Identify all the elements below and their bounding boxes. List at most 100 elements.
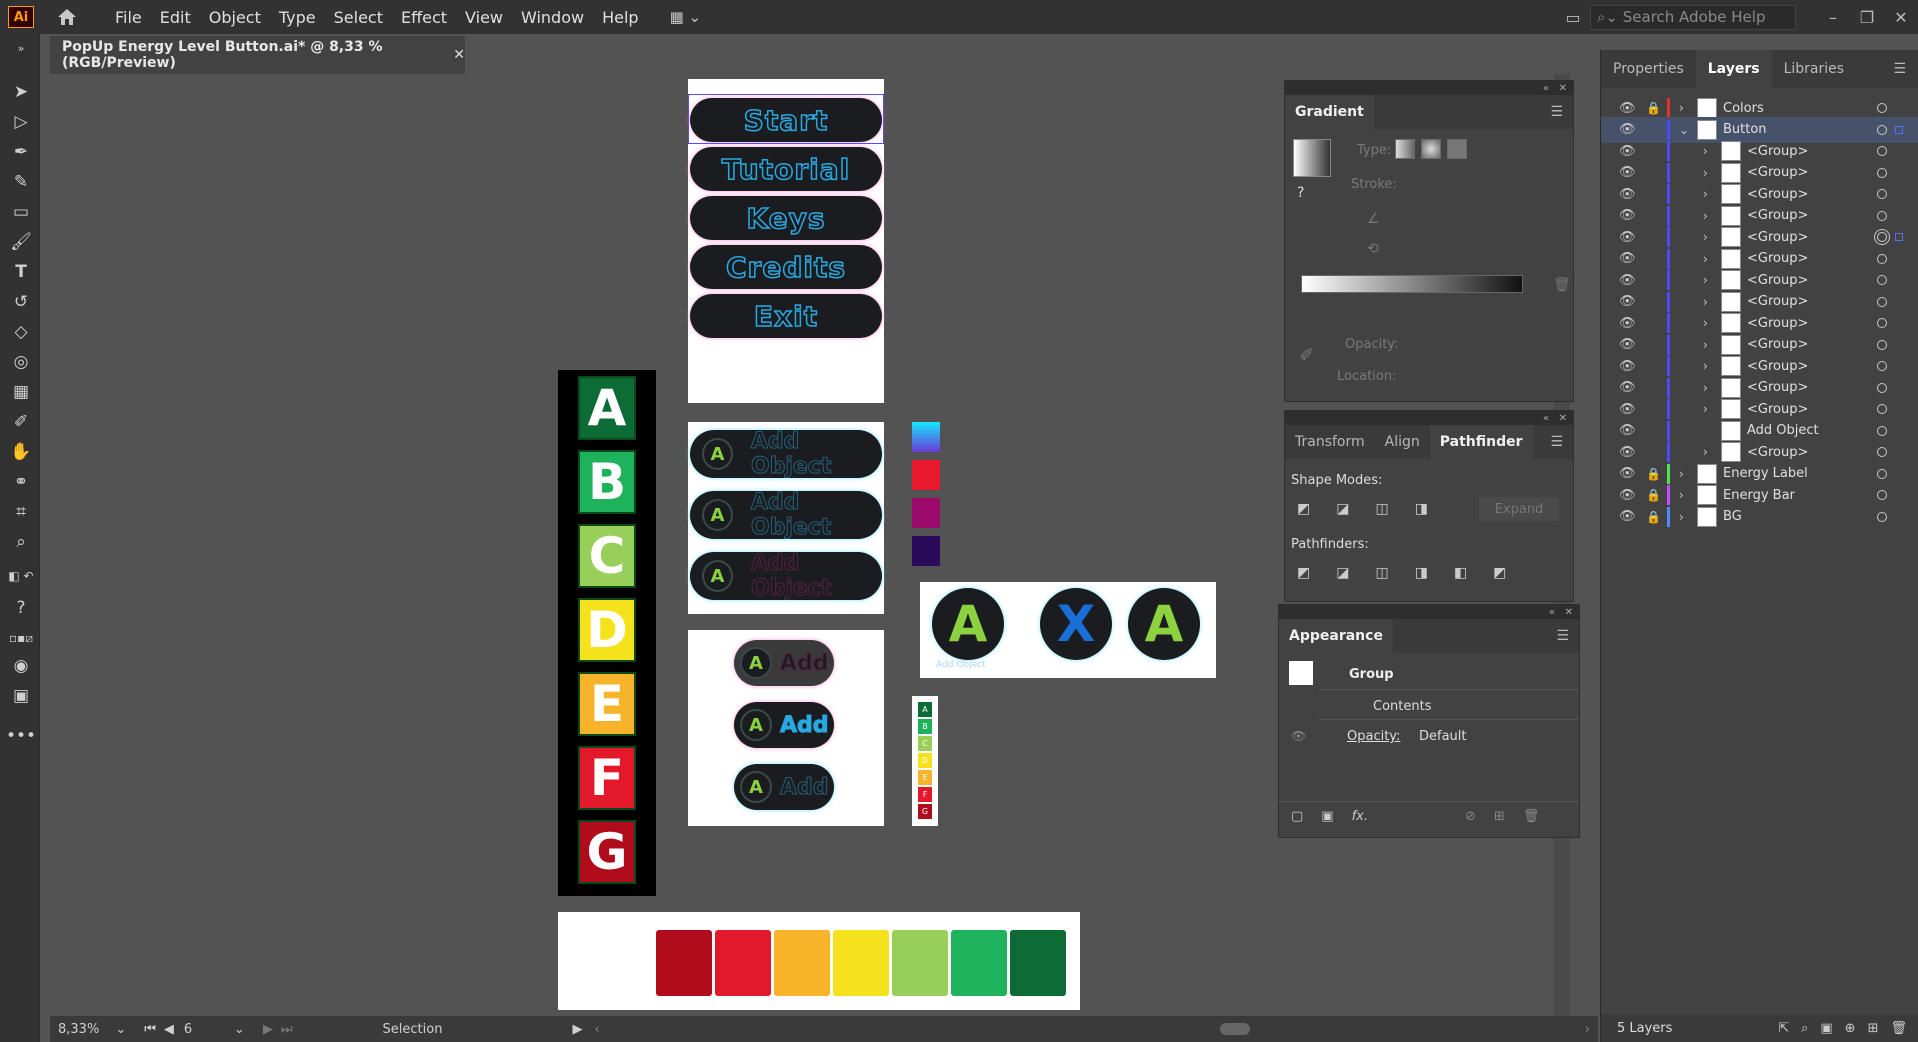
- target-circle-icon[interactable]: [1877, 382, 1887, 393]
- target-circle-icon[interactable]: [1877, 339, 1887, 350]
- delete-layer-icon[interactable]: 🗑: [1890, 1021, 1907, 1036]
- menu-help[interactable]: Help: [593, 8, 647, 27]
- contents-label[interactable]: Contents: [1373, 699, 1431, 714]
- eraser-tool-icon[interactable]: ◇: [8, 320, 34, 344]
- visibility-eye-icon[interactable]: 👁: [1619, 316, 1636, 331]
- direct-selection-tool-icon[interactable]: ▷: [8, 110, 34, 134]
- expand-arrow-icon[interactable]: ›: [1703, 316, 1708, 330]
- minimize-button[interactable]: –: [1816, 8, 1850, 27]
- panel-menu-icon[interactable]: ☰: [1550, 434, 1563, 450]
- menu-type[interactable]: Type: [270, 8, 325, 27]
- layer-name[interactable]: <Group>: [1747, 359, 1808, 374]
- restore-button[interactable]: ❐: [1850, 8, 1884, 27]
- last-artboard-icon[interactable]: ⏭: [281, 1022, 293, 1037]
- target-circle-icon[interactable]: [1877, 103, 1887, 113]
- radial-gradient-icon[interactable]: [1421, 139, 1441, 159]
- tab-align[interactable]: Align: [1375, 425, 1430, 459]
- expand-arrow-icon[interactable]: ›: [1703, 381, 1708, 395]
- tab-transform[interactable]: Transform: [1285, 425, 1375, 459]
- status-menu-icon[interactable]: ▶: [572, 1022, 582, 1037]
- visibility-eye-icon[interactable]: 👁: [1619, 273, 1636, 288]
- visibility-eye-icon[interactable]: 👁: [1619, 380, 1636, 395]
- trim-icon[interactable]: ◪: [1336, 565, 1349, 581]
- workspace-switcher-icon[interactable]: ▦ ⌄: [670, 8, 702, 26]
- add-stroke-icon[interactable]: ▢: [1291, 809, 1303, 824]
- selection-tool-icon[interactable]: ➤: [8, 80, 34, 104]
- layer-name[interactable]: <Group>: [1747, 273, 1808, 288]
- target-circle-icon[interactable]: [1877, 511, 1887, 522]
- visibility-eye-icon[interactable]: 👁: [1619, 187, 1636, 202]
- delete-stop-icon[interactable]: 🗑: [1553, 277, 1571, 293]
- fill-stroke-swap-icon[interactable]: ◧ ↶: [8, 564, 34, 588]
- panel-menu-icon[interactable]: ☰: [1556, 628, 1569, 644]
- target-circle-icon[interactable]: [1877, 404, 1887, 414]
- target-circle-icon[interactable]: [1877, 253, 1887, 264]
- visibility-eye-icon[interactable]: 👁: [1619, 359, 1636, 374]
- expand-arrow-icon[interactable]: ›: [1703, 359, 1708, 373]
- gradient-eyedropper-icon[interactable]: ✐: [1299, 345, 1314, 366]
- visibility-eye-icon[interactable]: 👁: [1619, 402, 1636, 417]
- target-circle-icon[interactable]: [1877, 468, 1887, 479]
- expand-arrow-icon[interactable]: ›: [1703, 402, 1708, 416]
- expand-arrow-icon[interactable]: ›: [1679, 488, 1684, 502]
- visibility-eye-icon[interactable]: 👁: [1619, 466, 1636, 481]
- visibility-eye-icon[interactable]: 👁: [1619, 423, 1636, 438]
- expand-arrow-icon[interactable]: ›: [1703, 166, 1708, 180]
- visibility-eye-icon[interactable]: 👁: [1619, 337, 1636, 352]
- visibility-eye-icon[interactable]: 👁: [1291, 729, 1306, 743]
- menu-edit[interactable]: Edit: [151, 8, 200, 27]
- panel-menu-icon[interactable]: ☰: [1881, 50, 1918, 88]
- outline-icon[interactable]: ◧: [1454, 565, 1467, 581]
- next-artboard-icon[interactable]: ▶: [263, 1022, 273, 1037]
- zoom-level[interactable]: 8,33%: [58, 1022, 99, 1037]
- target-circle-icon[interactable]: [1877, 210, 1887, 221]
- rotate-tool-icon[interactable]: ↺: [8, 290, 34, 314]
- layer-name[interactable]: <Group>: [1747, 445, 1808, 460]
- exclude-icon[interactable]: ◨: [1415, 501, 1428, 517]
- shape-builder-tool-icon[interactable]: ⚭: [8, 470, 34, 494]
- visibility-eye-icon[interactable]: 👁: [1619, 101, 1636, 116]
- puppet-warp-tool-icon[interactable]: ✋: [8, 440, 34, 464]
- eyedropper-tool-icon[interactable]: ✐: [8, 410, 34, 434]
- layer-name[interactable]: Button: [1723, 122, 1767, 137]
- target-circle-icon[interactable]: [1877, 425, 1887, 436]
- expand-arrow-icon[interactable]: ›: [1703, 187, 1708, 201]
- visibility-eye-icon[interactable]: 👁: [1619, 294, 1636, 309]
- first-artboard-icon[interactable]: ⏮: [144, 1022, 156, 1037]
- horizontal-scroll-thumb[interactable]: [1219, 1023, 1250, 1035]
- opacity-link[interactable]: Opacity:: [1347, 729, 1400, 744]
- fx-button[interactable]: fx.: [1352, 809, 1368, 824]
- expand-arrow-icon[interactable]: ›: [1703, 230, 1708, 244]
- visibility-eye-icon[interactable]: 👁: [1619, 509, 1636, 524]
- minus-front-icon[interactable]: ◪: [1336, 501, 1349, 517]
- layer-row[interactable]: 👁 🔒 › BG: [1601, 504, 1918, 530]
- fill-stroke-icon[interactable]: ?: [8, 596, 34, 620]
- visibility-eye-icon[interactable]: 👁: [1619, 208, 1636, 223]
- close-window-button[interactable]: ✕: [1884, 8, 1918, 27]
- layer-name[interactable]: BG: [1723, 509, 1742, 524]
- artboard-tool-icon[interactable]: ⌗: [8, 500, 34, 524]
- gradient-panel-titlebar[interactable]: « ✕: [1285, 81, 1573, 95]
- collapse-toolbar-icon[interactable]: »: [8, 36, 34, 60]
- expand-arrow-icon[interactable]: ›: [1703, 445, 1708, 459]
- layer-name[interactable]: Colors: [1723, 101, 1764, 116]
- target-circle-icon[interactable]: [1877, 361, 1887, 371]
- pathfinder-panel-titlebar[interactable]: « ✕: [1285, 411, 1573, 425]
- visibility-eye-icon[interactable]: 👁: [1619, 165, 1636, 180]
- target-circle-icon[interactable]: [1877, 490, 1887, 500]
- artboard-dropdown-icon[interactable]: ⌄: [234, 1022, 245, 1037]
- visibility-eye-icon[interactable]: 👁: [1619, 122, 1636, 137]
- layer-name[interactable]: Energy Bar: [1723, 488, 1795, 503]
- visibility-eye-icon[interactable]: 👁: [1619, 488, 1636, 503]
- arrange-documents-icon[interactable]: ▭: [1556, 8, 1590, 27]
- zoom-dropdown-icon[interactable]: ⌄: [115, 1022, 126, 1037]
- close-document-icon[interactable]: ✕: [453, 47, 465, 63]
- target-circle-icon[interactable]: [1877, 318, 1887, 328]
- minus-back-icon[interactable]: ◩: [1493, 565, 1506, 581]
- crop-icon[interactable]: ◨: [1415, 565, 1428, 581]
- layer-name[interactable]: <Group>: [1747, 380, 1808, 395]
- pen-tool-icon[interactable]: ✒: [8, 140, 34, 164]
- layer-name[interactable]: <Group>: [1747, 251, 1808, 266]
- freeform-gradient-icon[interactable]: [1447, 139, 1467, 159]
- target-circle-icon[interactable]: [1877, 232, 1887, 242]
